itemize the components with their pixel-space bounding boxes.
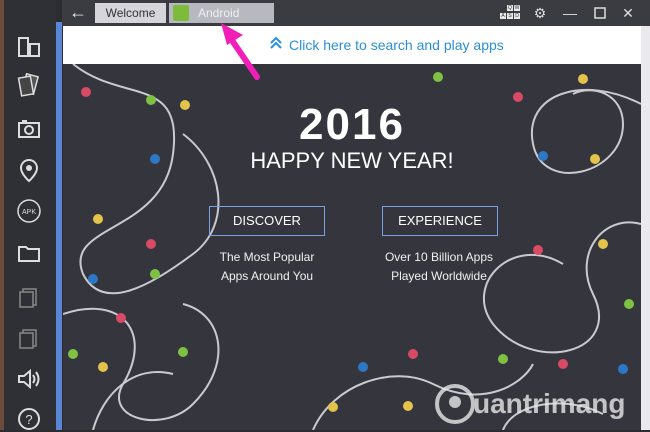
android-icon [173, 5, 189, 21]
welcome-panel: 2016 HAPPY NEW YEAR! DISCOVER EXPERIENCE… [63, 64, 641, 430]
search-prompt[interactable]: Click here to search and play apps [289, 37, 504, 53]
volume-icon[interactable] [16, 366, 42, 392]
key-d: D [514, 13, 520, 19]
experience-button[interactable]: EXPERIENCE [382, 206, 498, 236]
experience-line-2: Played Worldwide [391, 269, 487, 283]
watermark-logo-icon [435, 384, 475, 424]
copy-icon-2[interactable] [16, 325, 42, 351]
copy-icon[interactable] [16, 284, 42, 310]
close-icon[interactable]: ✕ [620, 4, 636, 22]
back-button[interactable]: ← [66, 2, 90, 24]
maximize-icon[interactable] [592, 4, 608, 22]
discover-line-2: Apps Around You [220, 269, 314, 283]
experience-line-1: Over 10 Billion Apps [384, 250, 494, 264]
location-pin-icon[interactable] [16, 157, 42, 183]
window-right-edge [641, 26, 650, 430]
folder-icon[interactable] [16, 240, 42, 266]
discover-line-1: The Most Popular [219, 250, 315, 264]
watermark-text: uantrimang [473, 388, 626, 419]
multi-window-icon[interactable] [16, 34, 42, 60]
key-w: W [514, 5, 520, 11]
cards-icon[interactable] [16, 72, 42, 98]
annotation-arrow-icon [221, 23, 260, 80]
help-label: ? [25, 412, 32, 427]
camera-icon[interactable] [16, 116, 42, 142]
discover-description: The Most Popular Apps Around You [197, 248, 337, 286]
apk-icon[interactable]: APK [16, 198, 42, 224]
key-a: A [500, 13, 506, 19]
sidebar-accent-strip [56, 22, 62, 430]
tab-welcome[interactable]: Welcome [95, 3, 166, 23]
minimize-icon[interactable]: — [562, 4, 578, 22]
help-icon[interactable]: ? [16, 406, 42, 432]
sidebar: APK ? [4, 0, 56, 430]
apk-label: APK [22, 209, 36, 216]
year-heading: 2016 [299, 100, 405, 149]
experience-description: Over 10 Billion Apps Played Worldwide [369, 248, 509, 286]
greeting-title: HAPPY NEW YEAR! [250, 148, 454, 173]
search-bar[interactable]: Click here to search and play apps [63, 26, 641, 64]
discover-button[interactable]: DISCOVER [209, 206, 325, 236]
keyboard-mapping-icon[interactable]: Q W A S D [500, 5, 520, 21]
double-chevron-up-icon [270, 36, 282, 49]
gear-icon[interactable]: ⚙ [532, 4, 548, 22]
key-s: S [507, 13, 513, 19]
back-arrow-icon: ← [69, 2, 87, 22]
key-q: Q [507, 5, 513, 11]
